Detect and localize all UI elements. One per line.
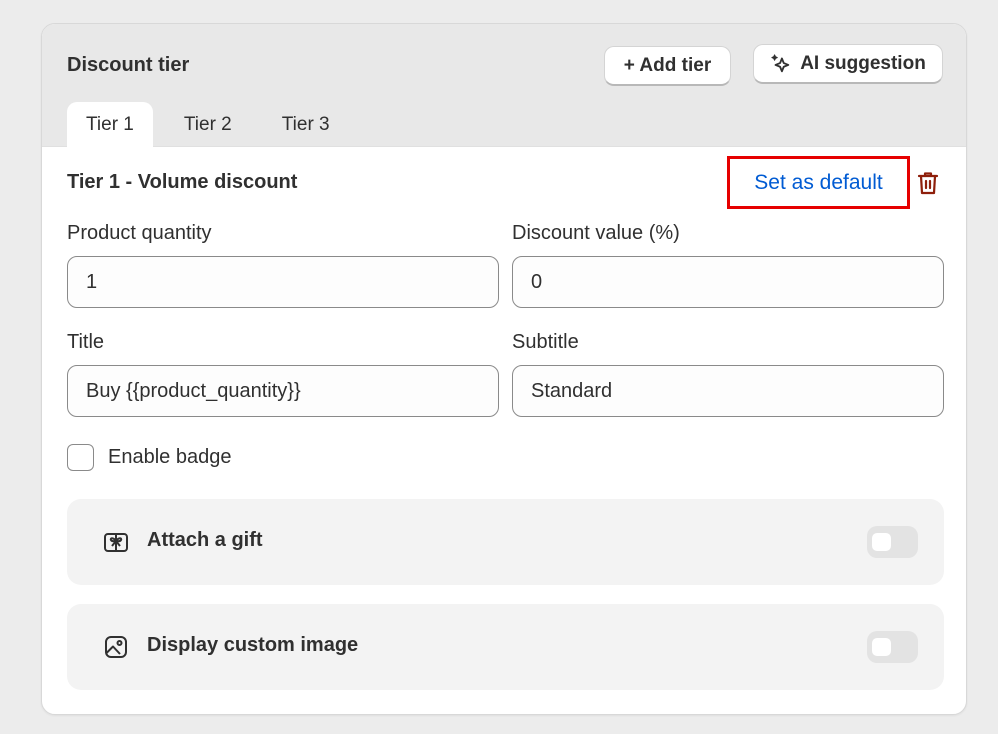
tab-tier-1[interactable]: Tier 1 [67,102,153,147]
title-input[interactable] [67,365,499,417]
discount-value-input[interactable] [512,256,944,308]
enable-badge-checkbox[interactable] [67,444,94,471]
attach-gift-row: Attach a gift [67,499,944,585]
ai-suggestion-label: AI suggestion [800,52,926,74]
ai-suggestion-button[interactable]: AI suggestion [753,44,943,84]
discount-tier-card: Discount tier + Add tier AI suggestion T… [41,23,967,715]
product-quantity-label: Product quantity [67,222,212,244]
delete-tier-button[interactable] [916,170,940,196]
add-tier-button[interactable]: + Add tier [604,46,731,86]
display-custom-image-label: Display custom image [147,634,359,656]
attach-gift-toggle[interactable] [867,526,918,558]
set-as-default-link[interactable]: Set as default [727,156,910,209]
display-custom-image-toggle[interactable] [867,631,918,663]
tier-title: Tier 1 - Volume discount [67,171,298,193]
discount-value-label: Discount value (%) [512,222,680,244]
sparkle-icon [770,53,792,75]
image-icon [103,634,129,660]
product-quantity-input[interactable] [67,256,499,308]
trash-icon [917,172,939,195]
tab-tier-2[interactable]: Tier 2 [165,102,251,147]
attach-gift-label: Attach a gift [147,529,263,551]
tier-tabs: Tier 1 Tier 2 Tier 3 [67,102,349,147]
subtitle-label: Subtitle [512,331,579,353]
card-header: Discount tier + Add tier AI suggestion T… [42,24,966,147]
subtitle-input[interactable] [512,365,944,417]
enable-badge-label: Enable badge [108,446,232,468]
toggle-knob [872,533,891,551]
title-label: Title [67,331,105,353]
tab-tier-3[interactable]: Tier 3 [263,102,349,147]
toggle-knob [872,638,891,656]
display-custom-image-row: Display custom image [67,604,944,690]
card-title: Discount tier [67,54,190,76]
gift-icon [103,529,129,555]
